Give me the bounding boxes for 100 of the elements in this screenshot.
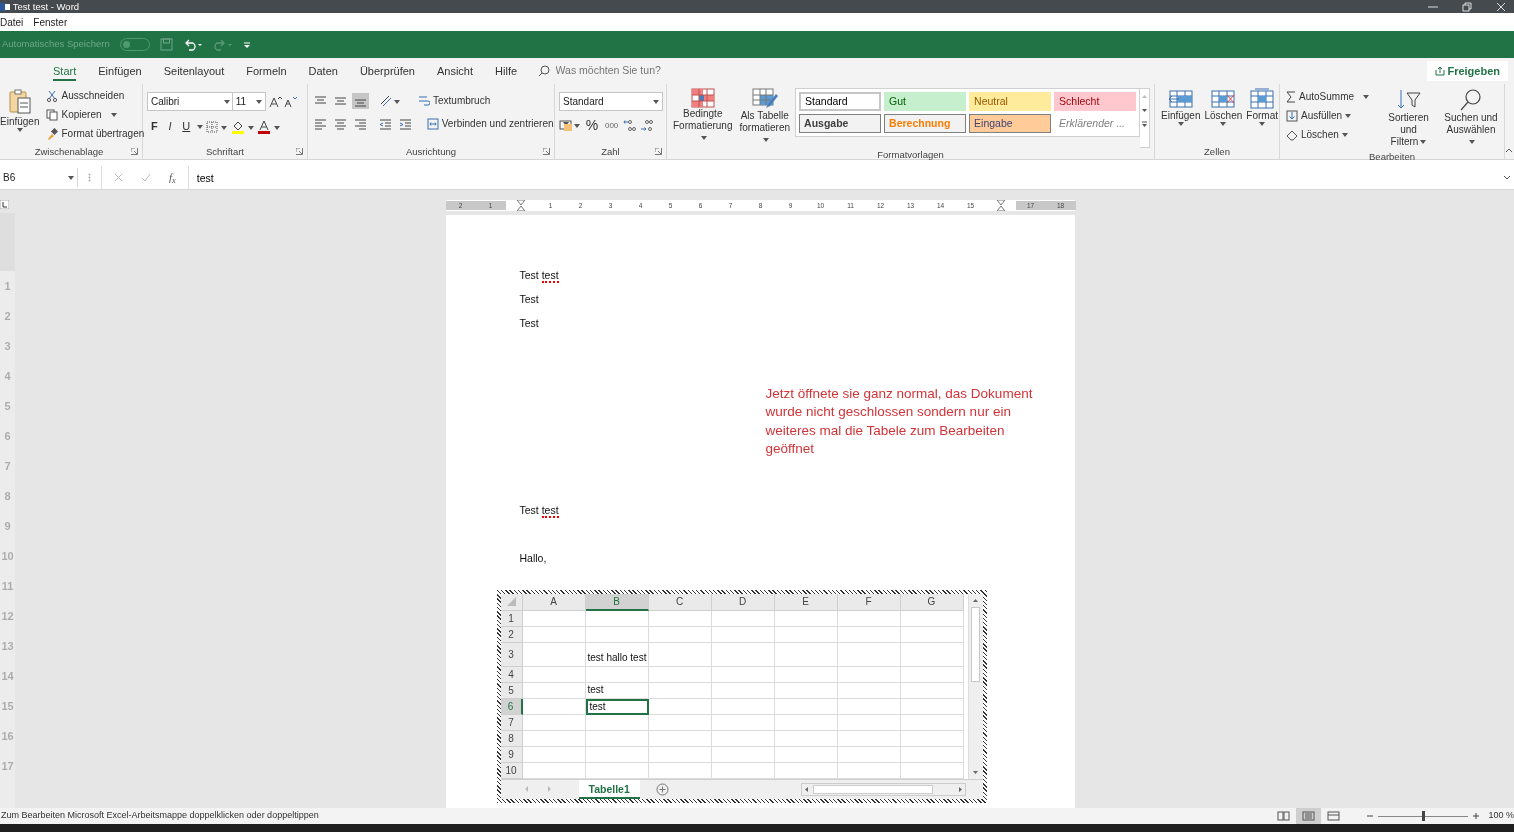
table-cell[interactable] [585, 626, 649, 643]
table-cell[interactable] [711, 746, 775, 763]
ribbon-tab[interactable]: Formeln [235, 58, 298, 84]
table-cell[interactable] [900, 714, 964, 731]
table-cell[interactable] [711, 682, 775, 699]
grow-font-icon[interactable] [268, 95, 282, 108]
table-cell[interactable] [774, 666, 838, 683]
table-cell[interactable] [774, 626, 838, 643]
table-cell[interactable] [774, 610, 838, 627]
ribbon-tab[interactable]: Hilfe [484, 58, 529, 84]
table-cell[interactable] [774, 762, 838, 779]
customize-icon[interactable] [242, 40, 251, 49]
table-cell[interactable] [900, 698, 964, 715]
cell-style[interactable]: Eingabe [969, 114, 1052, 133]
font-name-field[interactable]: Calibri [147, 92, 234, 111]
table-cell[interactable] [648, 730, 712, 747]
table-cell[interactable] [585, 762, 649, 779]
dialog-launcher-icon[interactable] [655, 148, 662, 155]
menu-item[interactable]: Datei [0, 14, 24, 30]
cut-button[interactable]: Ausschneiden [44, 86, 147, 105]
table-cell[interactable] [648, 714, 712, 731]
table-cell[interactable] [900, 610, 964, 627]
table-cell[interactable] [774, 698, 838, 715]
ribbon-tab[interactable]: Ansicht [425, 58, 485, 84]
horizontal-scrollbar[interactable] [800, 782, 966, 796]
cell-style[interactable]: Standard [799, 92, 882, 111]
table-cell[interactable] [900, 682, 964, 699]
column-header[interactable]: D [711, 593, 775, 611]
underline-button[interactable]: U [178, 117, 195, 136]
cell-style[interactable]: Gut [884, 92, 967, 111]
table-cell[interactable] [711, 626, 775, 643]
decrease-decimal-icon[interactable] [639, 119, 654, 132]
font-size-field[interactable]: 11 [231, 92, 266, 111]
table-cell[interactable] [900, 666, 964, 683]
ribbon-tab[interactable]: Start [42, 58, 88, 84]
table-cell[interactable] [837, 682, 901, 699]
cell-style[interactable]: Ausgabe [799, 114, 882, 133]
table-cell[interactable] [774, 746, 838, 763]
view-button[interactable] [1296, 808, 1322, 824]
save-icon[interactable] [159, 38, 173, 51]
ribbon-tab[interactable]: Daten [297, 58, 349, 84]
fill-color-icon[interactable] [230, 119, 255, 134]
fill-button[interactable]: Ausfüllen [1284, 106, 1372, 125]
table-cell[interactable] [585, 714, 649, 731]
table-cell[interactable] [774, 730, 838, 747]
dialog-launcher-icon[interactable] [543, 148, 550, 155]
table-cell[interactable] [522, 682, 586, 699]
table-cell[interactable] [711, 762, 775, 779]
increase-decimal-icon[interactable] [623, 119, 638, 132]
paste-button[interactable]: Einfügen [0, 86, 42, 145]
column-header[interactable]: B [585, 593, 649, 611]
tell-me-field[interactable]: Was möchten Sie tun? [538, 63, 676, 79]
table-cell[interactable] [585, 730, 649, 747]
format-cells-button[interactable]: Format [1244, 86, 1280, 145]
column-header[interactable]: C [648, 593, 712, 611]
table-cell[interactable] [585, 666, 649, 683]
select-all-icon[interactable] [506, 597, 516, 607]
share-button[interactable]: Freigeben [1426, 60, 1508, 82]
cell-style[interactable]: Neutral [969, 92, 1052, 111]
table-cell[interactable] [648, 642, 712, 667]
table-cell[interactable] [900, 642, 964, 667]
table-cell[interactable] [522, 746, 586, 763]
conditional-formatting-button[interactable]: Bedingte Formatierung [671, 86, 735, 148]
table-cell[interactable] [585, 610, 649, 627]
restore-icon[interactable] [1462, 1, 1472, 12]
expand-icon[interactable] [1503, 174, 1511, 181]
table-cell[interactable] [900, 746, 964, 763]
collapse-ribbon-icon[interactable] [1505, 147, 1513, 153]
table-cell[interactable]: test [585, 698, 649, 715]
ribbon-tab[interactable]: Seitenlayout [152, 58, 236, 84]
table-cell[interactable] [837, 714, 901, 731]
zoom-level[interactable]: 100 % [1488, 809, 1514, 823]
table-cell[interactable] [522, 642, 586, 667]
table-cell[interactable]: test hallo test [585, 642, 649, 667]
drag-handle-icon[interactable] [88, 173, 91, 182]
percent-button[interactable]: % [583, 116, 601, 135]
table-cell[interactable] [837, 762, 901, 779]
align-bottom-button[interactable] [351, 92, 369, 109]
ribbon-tab[interactable]: Überprüfen [348, 58, 426, 84]
table-cell[interactable] [648, 626, 712, 643]
ribbon-tab[interactable]: Einfügen [87, 58, 153, 84]
thousands-button[interactable]: 000 [602, 116, 621, 135]
table-cell[interactable]: test [585, 682, 649, 699]
table-cell[interactable] [837, 626, 901, 643]
close-icon[interactable] [1496, 1, 1506, 12]
dialog-launcher-icon[interactable] [131, 148, 138, 155]
table-cell[interactable] [711, 698, 775, 715]
autosum-button[interactable]: AutoSumme [1284, 87, 1372, 106]
table-cell[interactable] [711, 666, 775, 683]
copy-button[interactable]: Kopieren [44, 105, 147, 124]
column-header[interactable]: E [774, 593, 838, 611]
number-format-field[interactable]: Standard [559, 92, 663, 111]
format-painter-button[interactable]: Format übertragen [44, 124, 147, 143]
redo-icon[interactable] [212, 38, 233, 51]
cancel-icon[interactable] [114, 173, 123, 182]
table-cell[interactable] [711, 642, 775, 667]
delete-cells-button[interactable]: Löschen [1202, 86, 1245, 145]
table-cell[interactable] [648, 762, 712, 779]
insert-function-button[interactable]: f$_{x}$ [169, 169, 176, 186]
table-cell[interactable] [837, 666, 901, 683]
